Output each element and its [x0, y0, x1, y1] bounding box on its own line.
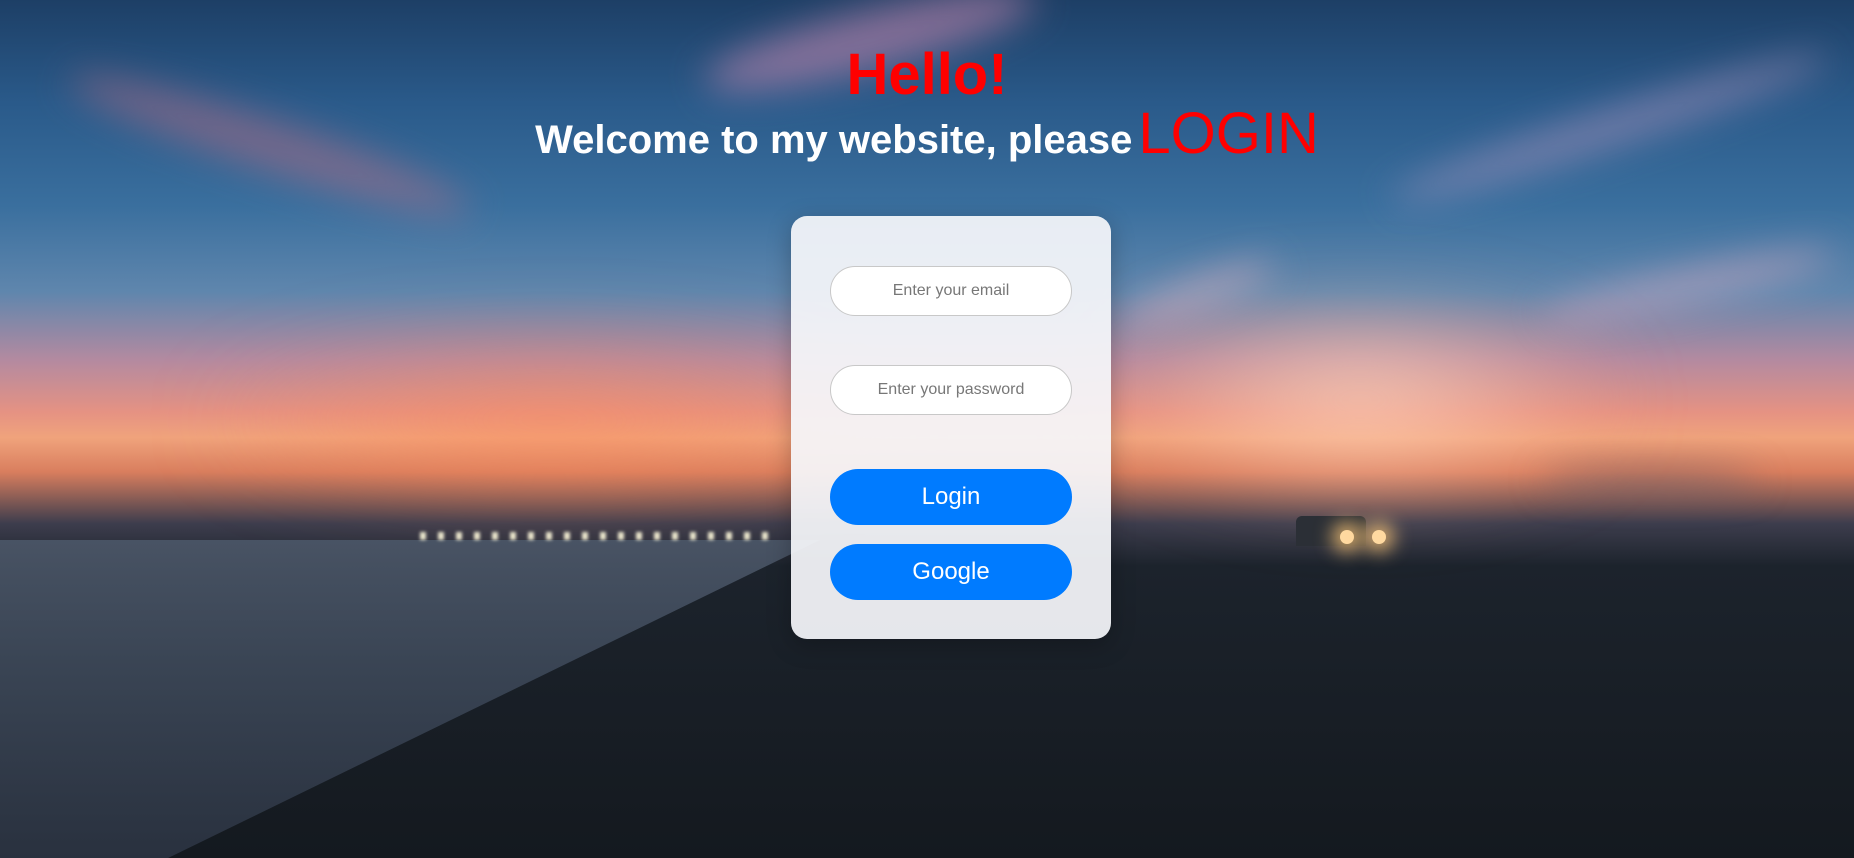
- login-button[interactable]: Login: [830, 469, 1072, 525]
- login-emphasis: LOGIN: [1138, 101, 1319, 166]
- hero-header: Hello! Welcome to my website, please LOGI…: [0, 44, 1854, 168]
- login-card: Login Google: [791, 216, 1111, 639]
- sunset-glow: [1100, 300, 1620, 500]
- password-field[interactable]: [830, 365, 1072, 415]
- car-light: [1372, 530, 1386, 544]
- car-light: [1340, 530, 1354, 544]
- city-lights: [420, 532, 780, 540]
- vehicle-silhouette: [1296, 516, 1366, 546]
- greeting-heading: Hello!: [846, 42, 1008, 107]
- cloud: [1540, 239, 1840, 331]
- google-login-button[interactable]: Google: [830, 544, 1072, 600]
- welcome-heading: Welcome to my website, please LOGIN: [0, 105, 1854, 168]
- email-field[interactable]: [830, 266, 1072, 316]
- sea-water: [0, 540, 820, 858]
- cloud: [1540, 470, 1760, 490]
- welcome-text: Welcome to my website, please: [535, 118, 1133, 162]
- background-photo: Hello! Welcome to my website, please LOGI…: [0, 0, 1854, 858]
